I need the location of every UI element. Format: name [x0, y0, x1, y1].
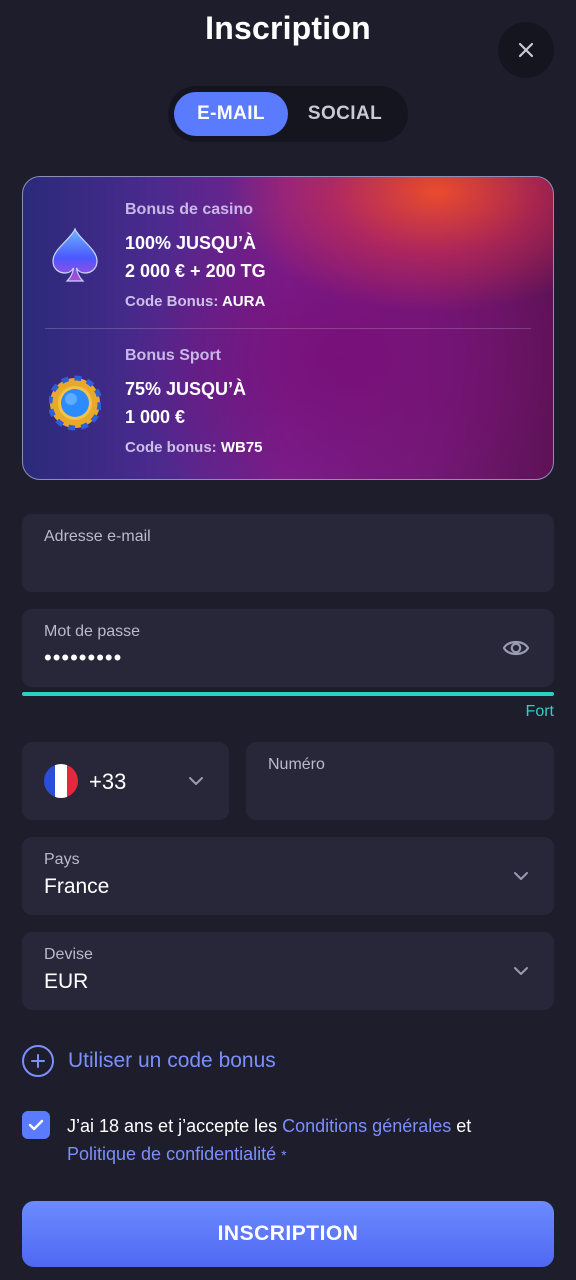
bonus-code: Code bonus: WB75 — [125, 439, 263, 456]
bonus-amount-line2: 1 000 € — [125, 407, 186, 427]
currency-select[interactable]: Devise EUR — [22, 932, 554, 1010]
close-button[interactable] — [498, 22, 554, 78]
privacy-policy-link[interactable]: Politique de confidentialité — [67, 1144, 276, 1164]
spade-icon — [52, 227, 98, 282]
password-field[interactable]: Mot de passe ••••••••• — [22, 609, 554, 687]
phone-prefix-value: +33 — [89, 769, 127, 794]
registration-page: Inscription E-MAIL SOCIAL Bonus de casin… — [0, 0, 576, 1280]
close-icon — [518, 42, 534, 58]
tab-email[interactable]: E-MAIL — [174, 92, 288, 136]
required-mark: * — [281, 1147, 287, 1163]
use-bonus-code-link[interactable]: Utiliser un code bonus — [22, 1044, 276, 1078]
tab-social[interactable]: SOCIAL — [288, 92, 402, 136]
bonus-label: Bonus de casino — [125, 201, 254, 218]
phone-number-label: Numéro — [268, 756, 325, 773]
france-flag-icon — [44, 764, 78, 798]
bonus-card: Bonus de casino 100% JUSQU’À 2 000 € + 2… — [22, 176, 554, 480]
chevron-down-icon — [514, 872, 528, 880]
chevron-down-icon — [514, 967, 528, 975]
password-value: ••••••••• — [44, 645, 123, 670]
bonus-amount-line1: 75% JUSQU’À — [125, 379, 247, 399]
password-label: Mot de passe — [44, 623, 141, 640]
bonus-code-value: WB75 — [220, 439, 263, 456]
terms-text: J’ai 18 ans et j’accepte les Conditions … — [67, 1116, 472, 1164]
page-title: Inscription — [205, 10, 371, 46]
currency-label: Devise — [44, 946, 93, 963]
bonus-code-value: AURA — [221, 293, 266, 310]
use-bonus-code-label: Utiliser un code bonus — [68, 1049, 276, 1072]
sport-bonus: Bonus Sport 75% JUSQU’À 1 000 € Code bon… — [23, 329, 553, 479]
country-select[interactable]: Pays France — [22, 837, 554, 915]
email-field[interactable]: Adresse e-mail — [22, 514, 554, 592]
submit-button[interactable]: INSCRIPTION — [22, 1201, 554, 1267]
registration-method-tabs: E-MAIL SOCIAL — [168, 86, 408, 142]
bonus-amount-line1: 100% JUSQU’À — [125, 233, 257, 253]
email-label: Adresse e-mail — [44, 528, 151, 545]
checkmark-icon — [28, 1119, 44, 1131]
bonus-amount-line2: 2 000 € + 200 TG — [125, 261, 266, 281]
country-label: Pays — [44, 851, 80, 868]
terms-link[interactable]: Conditions générales — [282, 1116, 451, 1136]
phone-number-field[interactable]: Numéro — [246, 742, 554, 820]
bonus-code: Code Bonus: AURA — [125, 293, 266, 310]
country-value: France — [44, 875, 110, 898]
plus-circle-icon — [22, 1045, 54, 1077]
phone-prefix-select[interactable]: +33 — [22, 742, 229, 820]
chevron-down-icon — [189, 777, 203, 785]
eye-icon[interactable] — [502, 635, 530, 661]
password-strength-label: Fort — [525, 703, 554, 720]
currency-value: EUR — [44, 970, 89, 993]
terms-checkbox[interactable] — [22, 1111, 50, 1139]
casino-chip-icon — [49, 375, 101, 431]
casino-bonus: Bonus de casino 100% JUSQU’À 2 000 € + 2… — [23, 177, 553, 327]
bonus-label: Bonus Sport — [125, 347, 221, 364]
password-strength-bar — [22, 692, 554, 696]
